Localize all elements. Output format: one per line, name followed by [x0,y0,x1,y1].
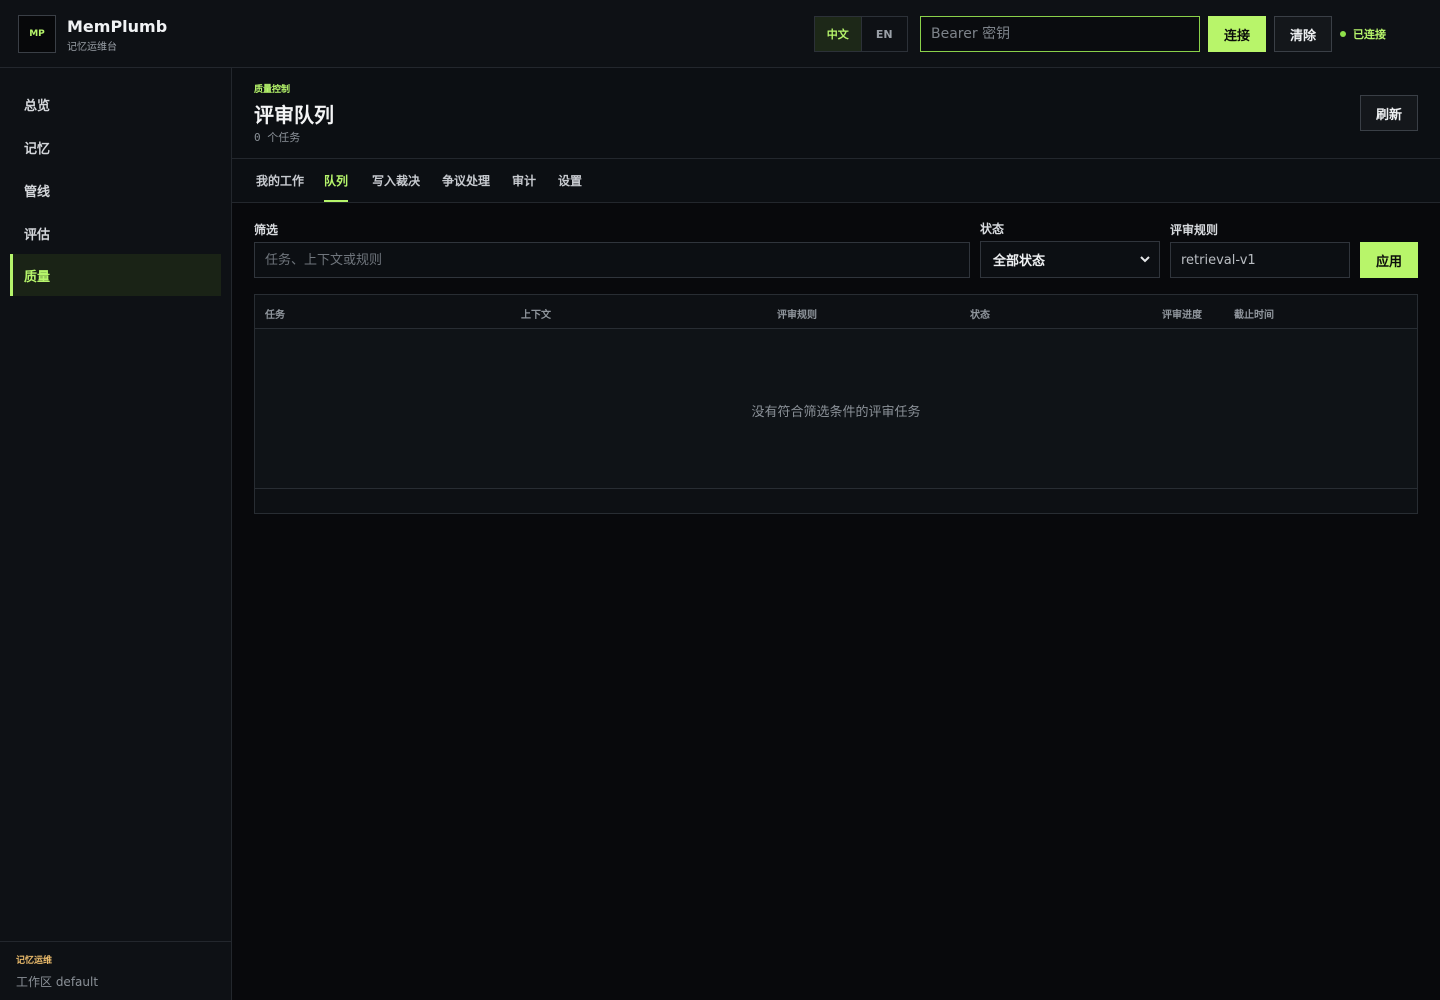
tab-write-verdict[interactable]: 写入裁决 [372,159,420,202]
sidebar-item-overview[interactable]: 总览 [10,83,221,125]
rubric-input[interactable] [1170,242,1350,278]
sidebar-footer: 记忆运维 工作区 default [0,941,231,1000]
refresh-button[interactable]: 刷新 [1360,95,1418,131]
status-select[interactable]: 全部状态 [980,241,1160,278]
language-toggle: 中文 EN [814,16,908,52]
column-header-status[interactable]: 状态 [970,306,990,321]
table-header: 任务 上下文 评审规则 状态 评审进度 截止时间 [255,295,1417,329]
filter-label: 筛选 [254,223,279,237]
app-logo: MP [18,15,56,53]
column-header-progress[interactable]: 评审进度 [1162,306,1202,321]
status-text: 已连接 [1353,28,1386,41]
rubric-label: 评审规则 [1170,223,1219,237]
main-content: 质量控制 评审队列 0 个任务 刷新 我的工作 队列 写入裁决 争议处理 审计 … [232,68,1440,1000]
status-dot-icon [1340,31,1346,37]
sidebar-item-quality[interactable]: 质量 [10,254,221,296]
connection-status: 已连接 [1340,26,1386,42]
sidebar-item-evaluation[interactable]: 评估 [10,212,221,254]
status-select-value: 全部状态 [993,254,1046,269]
tab-disputes[interactable]: 争议处理 [442,159,490,202]
clear-button[interactable]: 清除 [1274,16,1332,52]
page-kicker: 质量控制 [254,85,291,95]
app-subtitle: 记忆运维台 [67,42,117,53]
chevron-down-icon [1140,256,1150,263]
lang-en-button[interactable]: EN [862,17,908,51]
bearer-token-input[interactable] [920,16,1200,52]
column-header-context[interactable]: 上下文 [521,306,551,321]
tab-bar: 我的工作 队列 写入裁决 争议处理 审计 设置 [232,159,1440,203]
sidebar-item-pipeline[interactable]: 管线 [10,169,221,211]
status-label: 状态 [980,222,1005,236]
column-header-rubric[interactable]: 评审规则 [777,306,817,321]
table-footer [255,488,1417,513]
tab-audit[interactable]: 审计 [512,159,536,202]
sidebar: 总览 记忆 管线 评估 质量 记忆运维 工作区 default [0,68,232,1000]
page-header: 质量控制 评审队列 0 个任务 刷新 [232,68,1440,159]
footer-kicker: 记忆运维 [16,956,53,966]
tab-settings[interactable]: 设置 [558,159,582,202]
sidebar-item-memory[interactable]: 记忆 [10,126,221,168]
app-title: MemPlumb [67,17,168,36]
empty-state-message: 没有符合筛选条件的评审任务 [751,405,921,420]
column-header-task[interactable]: 任务 [265,306,285,321]
workspace-label: 工作区 default [16,975,99,989]
top-bar: MP MemPlumb 记忆运维台 中文 EN 连接 清除 已连接 [0,0,1440,68]
task-count: 0 个任务 [254,131,301,144]
page-title: 评审队列 [254,103,334,127]
apply-button[interactable]: 应用 [1360,242,1418,278]
tab-queue[interactable]: 队列 [324,159,349,202]
lang-zh-button[interactable]: 中文 [815,17,862,51]
tab-my-work[interactable]: 我的工作 [256,159,304,202]
review-queue-table: 任务 上下文 评审规则 状态 评审进度 截止时间 没有符合筛选条件的评审任务 [254,294,1418,514]
filter-input[interactable] [254,242,970,278]
column-header-deadline[interactable]: 截止时间 [1234,306,1274,321]
connect-button[interactable]: 连接 [1208,16,1266,52]
